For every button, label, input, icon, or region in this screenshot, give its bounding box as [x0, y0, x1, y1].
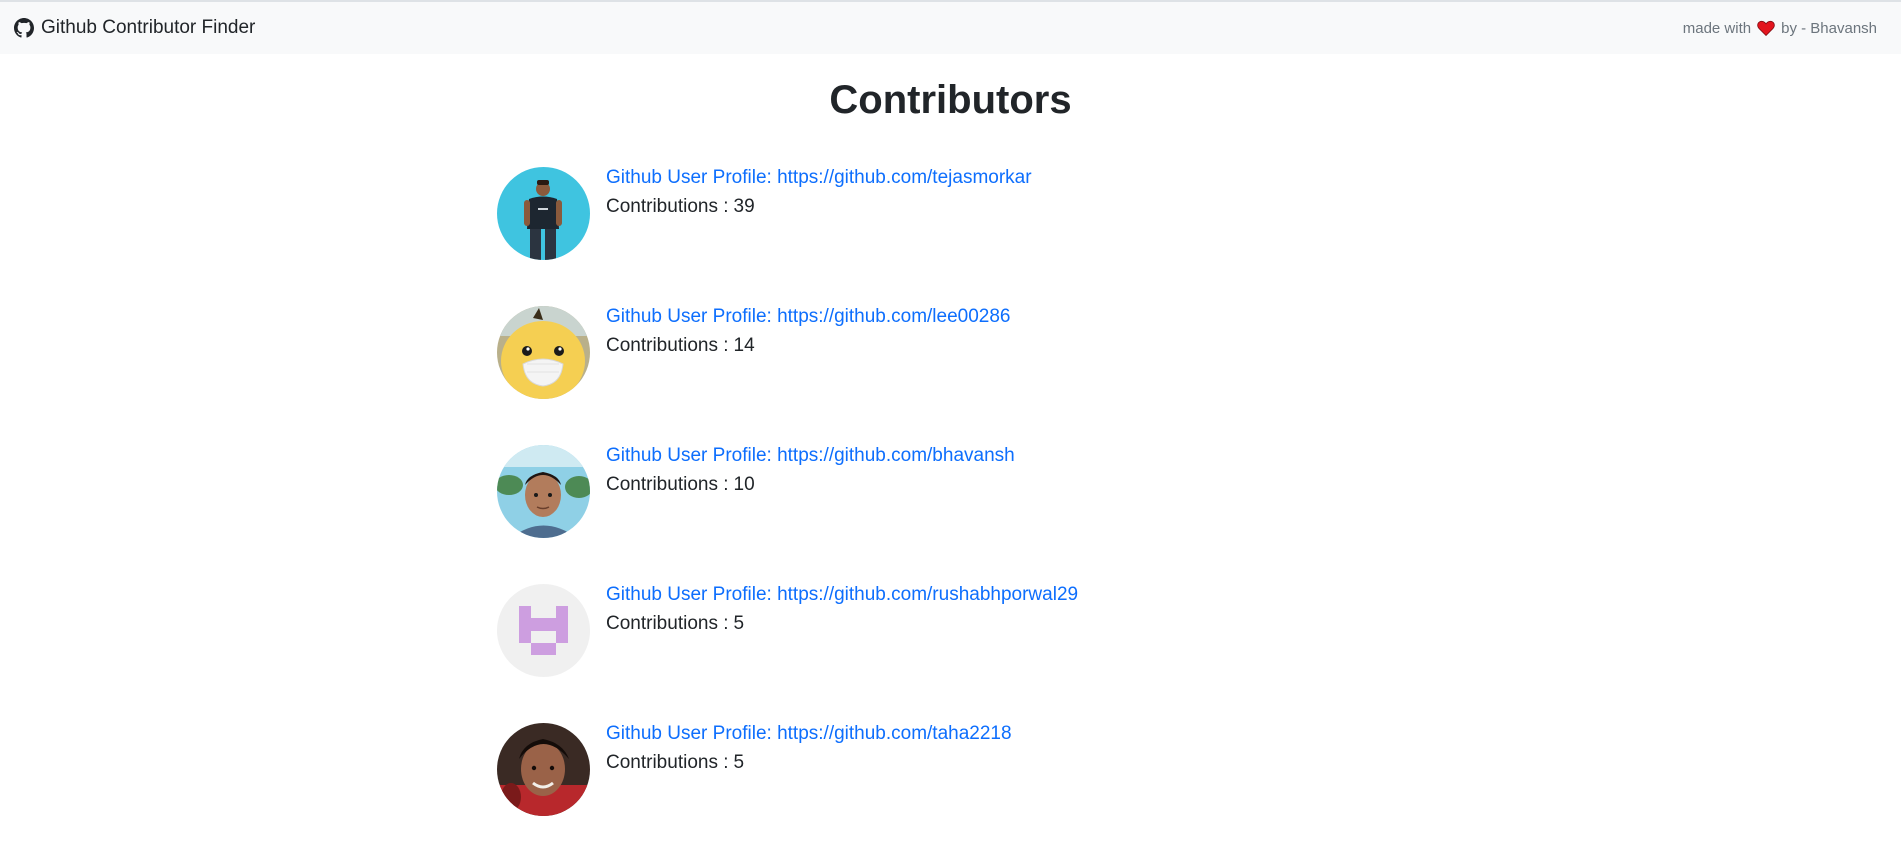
contributor-info: Github User Profile: https://github.com/…	[606, 723, 1012, 774]
page-title: Contributors	[829, 78, 1072, 122]
contributions-label: Contributions :	[606, 335, 729, 356]
credit-prefix: made with	[1682, 19, 1752, 37]
navbar: Github Contributor Finder made with by -…	[0, 0, 1901, 54]
contributors-list: Github User Profile: https://github.com/…	[497, 167, 1397, 862]
contributions-row: Contributions : 14	[606, 335, 1011, 357]
contributions-row: Contributions : 5	[606, 752, 1012, 774]
contributions-count: 5	[733, 752, 745, 773]
contributor-item: Github User Profile: https://github.com/…	[497, 306, 1397, 445]
profile-link[interactable]: Github User Profile: https://github.com/…	[606, 167, 1032, 189]
avatar	[497, 723, 590, 816]
contributor-info: Github User Profile: https://github.com/…	[606, 306, 1011, 357]
avatar	[497, 306, 590, 399]
contributions-count: 39	[733, 196, 755, 217]
contributor-info: Github User Profile: https://github.com/…	[606, 445, 1015, 496]
contributor-item: Github User Profile: https://github.com/…	[497, 445, 1397, 584]
credit: made with by - Bhavansh	[1683, 20, 1877, 37]
profile-link[interactable]: Github User Profile: https://github.com/…	[606, 306, 1011, 328]
contributor-item: Github User Profile: https://github.com/…	[497, 167, 1397, 306]
contributions-row: Contributions : 5	[606, 613, 1078, 635]
contributor-info: Github User Profile: https://github.com/…	[606, 584, 1078, 635]
brand-link[interactable]: Github Contributor Finder	[14, 17, 255, 39]
heart-icon	[1757, 20, 1775, 36]
avatar	[497, 445, 590, 538]
contributions-count: 14	[733, 335, 755, 356]
profile-link[interactable]: Github User Profile: https://github.com/…	[606, 723, 1012, 745]
contributions-label: Contributions :	[606, 613, 729, 634]
avatar	[497, 584, 590, 677]
avatar	[497, 167, 590, 260]
contributor-item: Github User Profile: https://github.com/…	[497, 723, 1397, 862]
contributions-count: 10	[733, 474, 755, 495]
brand-label: Github Contributor Finder	[41, 17, 256, 38]
contributions-label: Contributions :	[606, 196, 729, 217]
contributions-label: Contributions :	[606, 474, 729, 495]
profile-link[interactable]: Github User Profile: https://github.com/…	[606, 445, 1015, 467]
profile-link[interactable]: Github User Profile: https://github.com/…	[606, 584, 1078, 606]
contributions-row: Contributions : 39	[606, 196, 1032, 218]
contributions-count: 5	[733, 613, 745, 634]
contributions-label: Contributions :	[606, 752, 729, 773]
contributor-item: Github User Profile: https://github.com/…	[497, 584, 1397, 723]
credit-suffix: by - Bhavansh	[1781, 19, 1877, 37]
contributions-row: Contributions : 10	[606, 474, 1015, 496]
contributor-info: Github User Profile: https://github.com/…	[606, 167, 1032, 218]
github-icon	[14, 18, 34, 38]
